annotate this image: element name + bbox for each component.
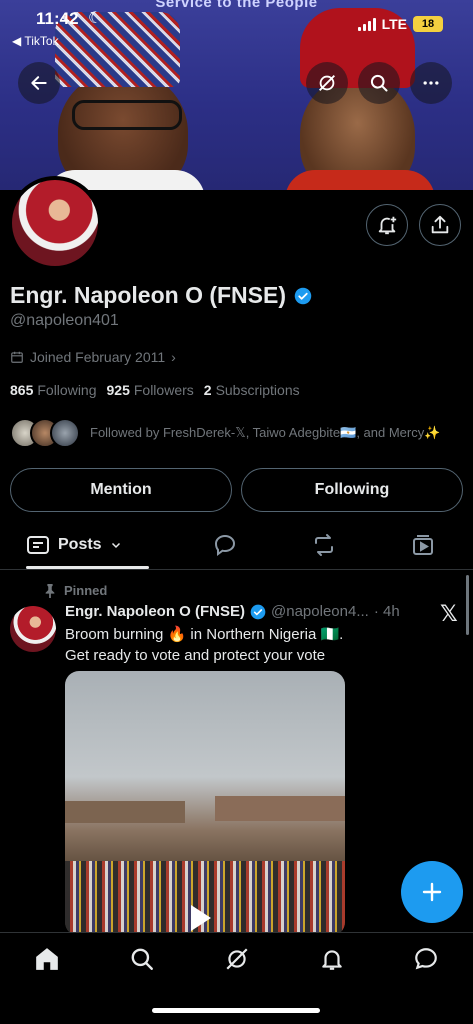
battery-icon: 18 — [413, 16, 443, 32]
signal-icon — [357, 17, 376, 31]
subscriptions-stat[interactable]: 2 Subscriptions — [204, 382, 300, 398]
message-icon — [415, 948, 437, 970]
verified-badge-icon — [294, 287, 312, 304]
repost-icon — [315, 534, 333, 556]
post-text-line: Get ready to vote and protect your vote — [65, 647, 326, 664]
following-button[interactable]: Following — [241, 468, 463, 512]
profile-handle: @napoleon401 — [10, 312, 119, 329]
calendar-icon — [11, 351, 23, 363]
grok-icon — [226, 948, 248, 970]
avatar — [50, 418, 80, 448]
nav-grok[interactable] — [223, 945, 251, 973]
notify-button[interactable] — [366, 204, 408, 246]
followers-stat-label: Followers — [133, 382, 194, 398]
search-button[interactable] — [358, 62, 400, 104]
tab-replies[interactable] — [212, 532, 238, 558]
banner-glasses — [72, 100, 182, 130]
tab-reposts[interactable] — [311, 532, 337, 558]
following-stat-label: Following — [37, 382, 97, 398]
compose-button[interactable] — [401, 861, 463, 923]
banner-shirt-right — [285, 170, 435, 190]
pinned-label: Pinned — [44, 583, 107, 598]
post-header: Engr. Napoleon O (FNSE) @napoleon4... · … — [65, 603, 400, 620]
profile-stats: 865 Following 925 Followers 2 Subscriptions — [10, 382, 300, 398]
moon-icon: ☾ — [88, 10, 103, 27]
share-button[interactable] — [419, 204, 461, 246]
status-time: 11:42 — [36, 9, 79, 28]
mention-button[interactable]: Mention — [10, 468, 232, 512]
nav-search[interactable] — [128, 945, 156, 973]
post-avatar[interactable] — [10, 606, 56, 652]
post-author-handle: @napoleon4... — [271, 603, 369, 620]
profile-tabs: Posts — [0, 520, 473, 570]
tab-posts-label: Posts — [58, 536, 102, 553]
profile-avatar[interactable] — [8, 176, 102, 270]
bell-icon — [322, 950, 342, 970]
subscriptions-count: 2 — [203, 382, 212, 398]
search-icon — [370, 74, 388, 92]
search-icon — [131, 948, 153, 970]
chevron-right-icon: › — [171, 349, 176, 365]
home-indicator[interactable] — [152, 1008, 320, 1013]
home-icon — [36, 948, 58, 970]
nav-home[interactable] — [33, 945, 61, 973]
joined-date[interactable]: Joined February 2011 › — [10, 349, 176, 365]
more-icon — [423, 81, 439, 85]
media-roof — [65, 801, 185, 823]
post-time: · 4h — [373, 603, 400, 620]
post-text-line: Broom burning 🔥 in Northern Nigeria 🇳🇬. — [65, 626, 344, 643]
post-author-name[interactable]: Engr. Napoleon O (FNSE) — [65, 603, 245, 620]
following-count: 865 — [10, 382, 34, 398]
plus-icon — [422, 882, 442, 902]
chevron-down-icon — [111, 542, 120, 549]
media-icon — [413, 535, 433, 555]
verified-badge-icon — [250, 604, 266, 619]
active-tab-indicator — [26, 566, 149, 569]
tab-media[interactable] — [410, 532, 436, 558]
following-stat[interactable]: 865 Following — [10, 382, 97, 398]
more-button[interactable] — [410, 62, 452, 104]
joined-text: Joined February 2011 — [30, 349, 166, 365]
post-text: Broom burning 🔥 in Northern Nigeria 🇳🇬. … — [65, 624, 445, 666]
media-roof — [215, 796, 345, 821]
followers-stat[interactable]: 925 Followers — [107, 382, 194, 398]
nav-messages[interactable] — [412, 945, 440, 973]
profile-display-name: Engr. Napoleon O (FNSE) — [10, 282, 312, 309]
share-icon — [431, 215, 449, 234]
bell-plus-icon — [378, 216, 397, 235]
arrow-left-icon — [31, 76, 47, 90]
pin-icon — [45, 583, 55, 598]
back-to-app-link[interactable]: ◀ TikTok — [12, 34, 59, 48]
scrollbar[interactable] — [466, 575, 469, 635]
nav-notifications[interactable] — [318, 945, 346, 973]
display-name-text: Engr. Napoleon O (FNSE) — [10, 282, 287, 308]
followed-by-text: Followed by FreshDerek-𝕏, Taiwo Adegbite… — [90, 425, 441, 440]
reply-icon — [214, 534, 236, 556]
pinned-text: Pinned — [64, 583, 108, 598]
subscriptions-stat-label: Subscriptions — [215, 382, 300, 398]
play-icon[interactable] — [191, 905, 211, 931]
grok-button[interactable] — [306, 62, 348, 104]
posts-icon — [27, 536, 49, 554]
back-button[interactable] — [18, 62, 60, 104]
tab-posts[interactable]: Posts — [26, 520, 122, 570]
network-label: LTE — [381, 16, 407, 32]
status-indicators: LTE 18 — [357, 16, 443, 32]
followers-count: 925 — [106, 382, 130, 398]
grok-icon — [319, 75, 335, 91]
followed-by[interactable]: Followed by FreshDerek-𝕏, Taiwo Adegbite… — [10, 418, 440, 448]
followed-by-avatars — [10, 418, 80, 448]
post-video[interactable] — [65, 671, 345, 936]
